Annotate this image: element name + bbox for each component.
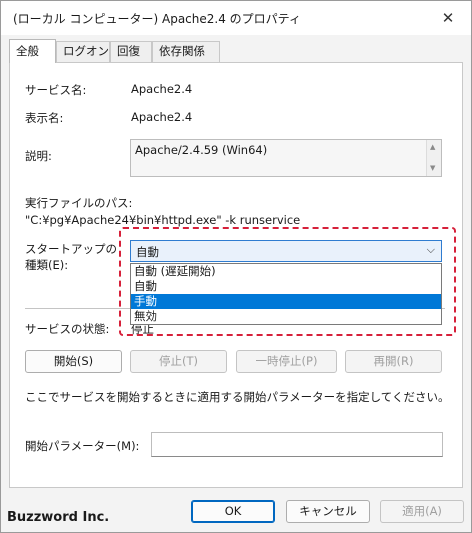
description-field[interactable]: Apache/2.4.59 (Win64) ▲ ▼ bbox=[130, 139, 442, 177]
start-params-hint: ここでサービスを開始するときに適用する開始パラメーターを指定してください。 bbox=[25, 390, 450, 404]
description-value: Apache/2.4.59 (Win64) bbox=[135, 143, 268, 157]
apply-button[interactable]: 適用(A) bbox=[380, 500, 464, 523]
startup-option-auto-delayed[interactable]: 自動 (遅延開始) bbox=[131, 264, 441, 279]
startup-type-selected-value: 自動 bbox=[136, 245, 159, 259]
close-button[interactable]: ✕ bbox=[425, 1, 471, 35]
startup-type-label-line2: 種類(E): bbox=[25, 258, 69, 272]
display-name-label: 表示名: bbox=[25, 111, 64, 125]
startup-type-select[interactable]: 自動 ⌵ bbox=[130, 240, 442, 262]
exe-path-value: "C:¥pg¥Apache24¥bin¥httpd.exe" -k runser… bbox=[25, 213, 301, 227]
tab-logon[interactable]: ログオン bbox=[56, 41, 110, 62]
description-scrollbar[interactable]: ▲ ▼ bbox=[426, 140, 441, 176]
tab-general[interactable]: 全般 bbox=[9, 39, 56, 63]
tab-recovery[interactable]: 回復 bbox=[110, 41, 152, 62]
cancel-button[interactable]: キャンセル bbox=[286, 500, 370, 523]
service-name-label: サービス名: bbox=[25, 83, 87, 97]
chevron-down-icon: ⌵ bbox=[426, 243, 435, 256]
startup-type-dropdown-list: 自動 (遅延開始) 自動 手動 無効 bbox=[130, 263, 442, 325]
service-status-label: サービスの状態: bbox=[25, 322, 110, 336]
ok-button[interactable]: OK bbox=[191, 500, 275, 523]
tab-dependencies[interactable]: 依存関係 bbox=[152, 41, 220, 62]
scroll-down-icon[interactable]: ▼ bbox=[430, 164, 435, 172]
properties-dialog: (ローカル コンピューター) Apache2.4 のプロパティ ✕ 全般 ログオ… bbox=[0, 0, 472, 533]
exe-path-label: 実行ファイルのパス: bbox=[25, 196, 133, 210]
start-button[interactable]: 開始(S) bbox=[25, 350, 122, 373]
startup-option-disabled[interactable]: 無効 bbox=[131, 309, 441, 324]
title-bar[interactable]: (ローカル コンピューター) Apache2.4 のプロパティ ✕ bbox=[1, 1, 471, 35]
startup-option-auto[interactable]: 自動 bbox=[131, 279, 441, 294]
startup-type-label-line1: スタートアップの bbox=[25, 242, 117, 256]
start-params-label: 開始パラメーター(M): bbox=[25, 439, 140, 453]
startup-option-manual[interactable]: 手動 bbox=[131, 294, 441, 309]
start-params-input[interactable] bbox=[151, 432, 443, 457]
resume-button[interactable]: 再開(R) bbox=[345, 350, 442, 373]
stop-button[interactable]: 停止(T) bbox=[130, 350, 227, 373]
service-name-value: Apache2.4 bbox=[131, 82, 193, 96]
pause-button[interactable]: 一時停止(P) bbox=[236, 350, 337, 373]
display-name-value: Apache2.4 bbox=[131, 110, 193, 124]
watermark-text: Buzzword Inc. bbox=[7, 510, 110, 525]
description-label: 説明: bbox=[25, 149, 52, 163]
close-icon: ✕ bbox=[441, 9, 455, 27]
scroll-up-icon[interactable]: ▲ bbox=[430, 143, 435, 151]
window-title: (ローカル コンピューター) Apache2.4 のプロパティ bbox=[13, 12, 301, 26]
